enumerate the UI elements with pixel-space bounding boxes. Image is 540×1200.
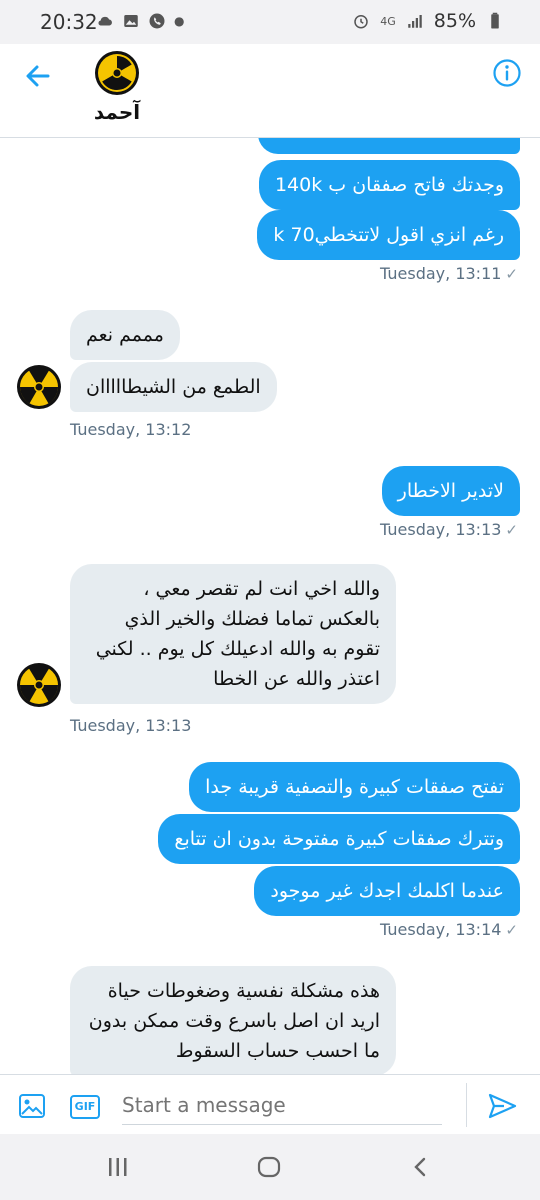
back-icon[interactable] <box>410 1156 430 1178</box>
divider <box>466 1083 467 1127</box>
avatar[interactable] <box>16 364 62 410</box>
message-composer: GIF <box>0 1074 540 1134</box>
timestamp: Tuesday, 13:14 ✓ <box>380 920 518 939</box>
alarm-icon <box>354 15 368 29</box>
battery-label: 85% <box>433 10 476 32</box>
message-bubble[interactable]: وتترك صفقات كبيرة مفتوحة بدون ان تتابع <box>158 814 520 864</box>
image-icon <box>124 15 138 27</box>
message-bubble[interactable]: وجدتك فاتح صفقان ب 140k <box>258 160 520 210</box>
android-nav-bar <box>0 1134 540 1200</box>
message-bubble[interactable]: عندما اكلمك اجدك غير موجود <box>254 866 520 916</box>
timestamp: Tuesday, 13:11 ✓ <box>380 264 518 283</box>
arrow-left-icon[interactable] <box>20 58 56 94</box>
sent-check-icon: ✓ <box>505 921 518 939</box>
timestamp: Tuesday, 13:12 <box>70 420 192 439</box>
phone-icon <box>149 13 165 29</box>
message-bubble[interactable]: رغم انزي اقول لاتتخطي70 k <box>257 210 520 260</box>
battery-icon <box>491 12 499 29</box>
signal-icon <box>408 15 422 28</box>
status-time: 20:32 <box>40 10 98 34</box>
message-thread[interactable]: وجدتك فاتح صفقان ب 140k رغم انزي اقول لا… <box>0 138 540 1074</box>
contact-name[interactable]: آحمد <box>60 100 174 124</box>
dot-icon: ● <box>174 14 185 28</box>
message-bubble[interactable]: والله اخي انت لم تقصر معي ، بالعكس تماما… <box>70 564 396 704</box>
timestamp: Tuesday, 13:13 ✓ <box>380 520 518 539</box>
gif-button[interactable]: GIF <box>70 1095 100 1119</box>
timestamp: Tuesday, 13:13 <box>70 716 192 735</box>
message-bubble[interactable]: لاتدير الاخطار <box>381 466 520 516</box>
status-bar: 20:32 ● 4G 85% <box>0 0 540 44</box>
avatar[interactable] <box>16 662 62 708</box>
message-bubble[interactable]: الطمع من الشيطااااان <box>70 362 277 412</box>
message-bubble[interactable]: هذه مشكلة نفسية وضغوطات حياة اريد ان اصل… <box>70 966 396 1074</box>
recent-apps-icon[interactable] <box>106 1156 130 1178</box>
info-icon[interactable] <box>492 58 522 88</box>
home-icon[interactable] <box>256 1156 282 1178</box>
sent-check-icon: ✓ <box>505 521 518 539</box>
avatar[interactable] <box>94 50 140 96</box>
message-bubble[interactable]: تفتح صفقات كبيرة والتصفية قريبة جدا <box>189 762 520 812</box>
message-input[interactable] <box>122 1085 442 1125</box>
conversation-header: آحمد <box>0 44 540 138</box>
message-bubble[interactable]: مممم نعم <box>70 310 180 360</box>
sent-check-icon: ✓ <box>505 265 518 283</box>
message-bubble-clipped[interactable] <box>258 138 520 154</box>
send-icon[interactable] <box>486 1091 518 1121</box>
image-icon[interactable] <box>18 1093 46 1119</box>
network-label: 4G <box>380 14 396 28</box>
cloud-icon <box>98 16 112 26</box>
